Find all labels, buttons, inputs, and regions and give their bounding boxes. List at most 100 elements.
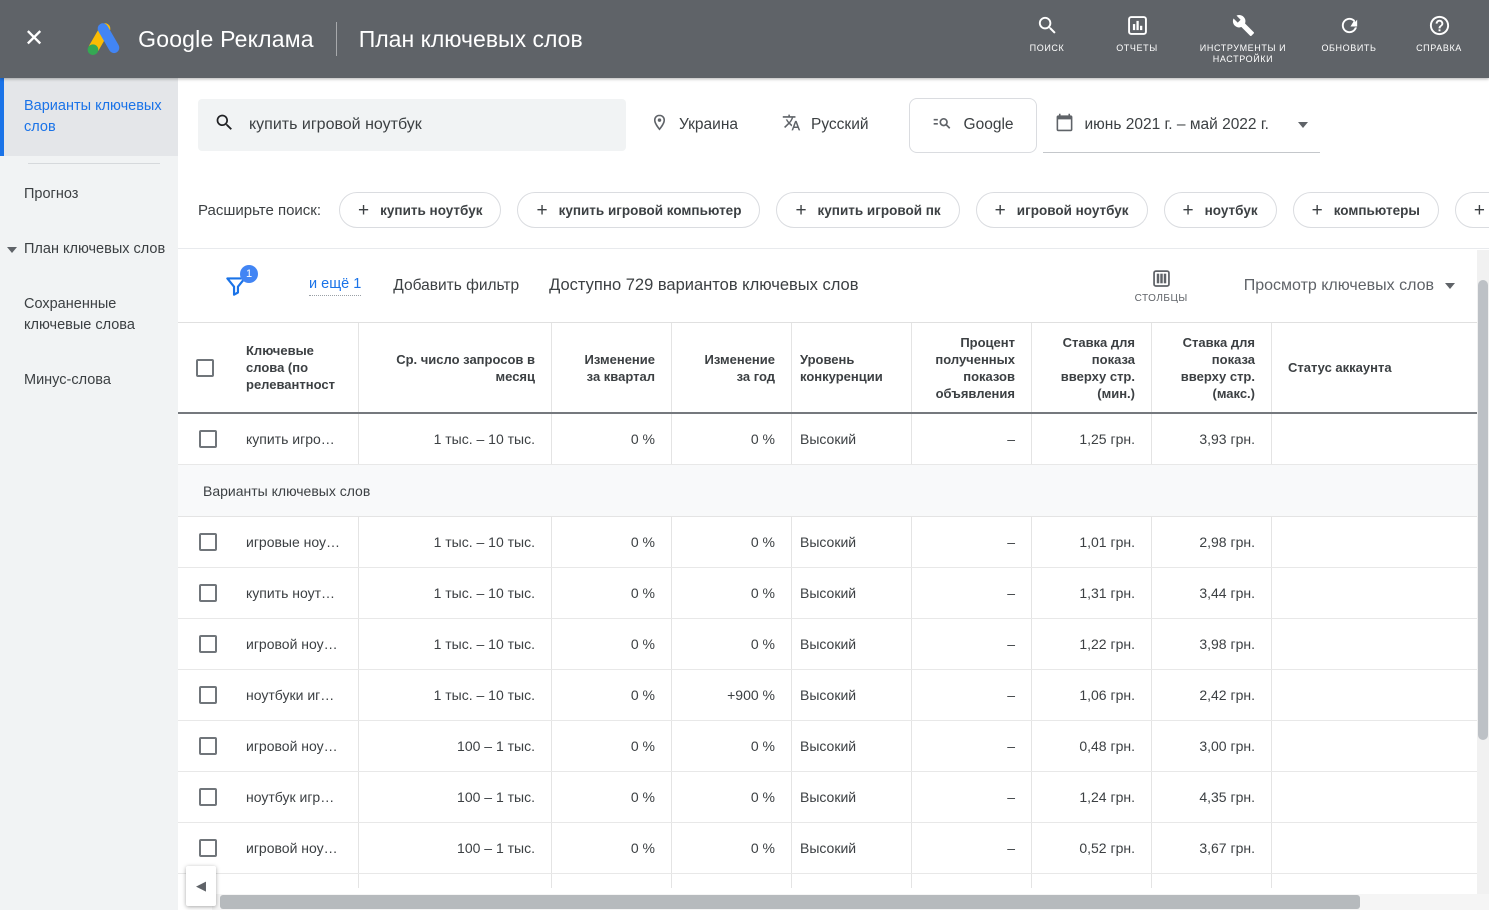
scroll-left-button[interactable]: ◀: [186, 866, 216, 906]
language-selector[interactable]: Русский: [782, 113, 869, 137]
keyword-cell: игровой ноу…: [238, 721, 358, 771]
search-button[interactable]: ПОИСК: [1015, 14, 1079, 54]
volume-cell: 100 – 1 тыс.: [358, 721, 551, 771]
select-all-checkbox[interactable]: [196, 359, 214, 377]
search-network-icon: [932, 113, 952, 138]
search-input[interactable]: [249, 116, 610, 134]
column-header-quarter-change[interactable]: Изменение за квартал: [551, 323, 671, 412]
volume-cell: 1 тыс. – 10 тыс.: [358, 568, 551, 618]
impression-share-cell: –: [911, 823, 1031, 873]
keyword-chip[interactable]: +купить ноутбук: [339, 192, 501, 228]
status-cell: [1271, 568, 1477, 618]
table-header: Ключевые слова (по релевантност Ср. числ…: [178, 323, 1477, 414]
column-header-bid-low[interactable]: Ставка для показа вверху стр. (мин.): [1031, 323, 1151, 412]
scroll-left-icon: ◀: [196, 878, 206, 894]
keywords-table: Ключевые слова (по релевантност Ср. числ…: [178, 322, 1477, 888]
bid-low-cell: 0,52 грн.: [1031, 823, 1151, 873]
volume-cell: 1 тыс. – 10 тыс.: [358, 517, 551, 567]
bid-low-cell: 1,06 грн.: [1031, 670, 1151, 720]
impression-share-cell: –: [911, 517, 1031, 567]
table-row[interactable]: игровые ноу… 1 тыс. – 10 тыс. 0 % 0 % Вы…: [178, 517, 1477, 568]
bid-low-cell: 1,31 грн.: [1031, 568, 1151, 618]
column-header-competition[interactable]: Уровень конкуренции: [791, 323, 911, 412]
vertical-scrollbar[interactable]: [1477, 250, 1489, 894]
year-change-cell: 0 %: [671, 823, 791, 873]
competition-cell: Высокий: [791, 568, 911, 618]
chevron-down-icon: [1445, 283, 1455, 289]
network-selector[interactable]: Google: [909, 98, 1037, 153]
row-checkbox[interactable]: [199, 430, 217, 448]
tools-settings-button[interactable]: ИНСТРУМЕНТЫ И НАСТРОЙКИ: [1195, 14, 1291, 65]
table-row[interactable]: игровой ноу… 100 – 1 тыс. 0 % 0 % Высоки…: [178, 721, 1477, 772]
sidebar-item-forecast[interactable]: Прогноз: [0, 167, 178, 222]
keyword-cell: ноутбук игр…: [238, 772, 358, 822]
vertical-scrollbar-thumb[interactable]: [1478, 280, 1488, 740]
keyword-search-box[interactable]: [198, 99, 626, 151]
horizontal-scrollbar[interactable]: [212, 894, 1489, 910]
keyword-chip[interactable]: +купить игровой компьютер: [517, 192, 760, 228]
volume-cell: 100 – 1 тыс.: [358, 823, 551, 873]
column-header-volume[interactable]: Ср. число запросов в месяц: [358, 323, 551, 412]
add-filter-button[interactable]: Добавить фильтр: [393, 277, 519, 295]
reports-button[interactable]: ОТЧЕТЫ: [1105, 14, 1169, 54]
location-selector[interactable]: Украина: [650, 113, 738, 137]
sidebar-item-keyword-ideas[interactable]: Варианты ключевых слов: [0, 78, 178, 156]
sidebar-item-negative-keywords[interactable]: Минус-слова: [0, 353, 178, 408]
row-checkbox[interactable]: [199, 584, 217, 602]
plus-icon: +: [536, 201, 547, 220]
sidebar-item-saved-keywords[interactable]: Сохраненные ключевые слова: [0, 277, 178, 353]
table-row-partial: [178, 874, 1477, 888]
status-cell: [1271, 517, 1477, 567]
horizontal-scrollbar-thumb[interactable]: [220, 895, 1360, 909]
keyword-chip[interactable]: +компьютеры: [1293, 192, 1439, 228]
column-header-bid-high[interactable]: Ставка для показа вверху стр. (макс.): [1151, 323, 1271, 412]
bid-high-cell: 3,44 грн.: [1151, 568, 1271, 618]
google-ads-logo: [84, 21, 124, 57]
status-cell: [1271, 823, 1477, 873]
table-row-seed[interactable]: купить игро… 1 тыс. – 10 тыс. 0 % 0 % Вы…: [178, 414, 1477, 465]
row-checkbox[interactable]: [199, 788, 217, 806]
table-row[interactable]: ноутбуки иг… 1 тыс. – 10 тыс. 0 % +900 %…: [178, 670, 1477, 721]
table-row[interactable]: игровой ноу… 1 тыс. – 10 тыс. 0 % 0 % Вы…: [178, 619, 1477, 670]
filter-button[interactable]: 1: [223, 273, 249, 299]
column-header-impression-share[interactable]: Процент полученных показов объявления: [911, 323, 1031, 412]
row-checkbox[interactable]: [199, 686, 217, 704]
impression-share-cell: –: [911, 772, 1031, 822]
keyword-chip[interactable]: +ноутбук: [1164, 192, 1277, 228]
competition-cell: Высокий: [791, 619, 911, 669]
bid-high-cell: 4,35 грн.: [1151, 772, 1271, 822]
topbar: ✕ Google Реклама План ключевых слов ПОИС…: [0, 0, 1489, 78]
view-selector-dropdown[interactable]: Просмотр ключевых слов: [1244, 277, 1455, 295]
more-filters-link[interactable]: и ещё 1: [309, 276, 361, 296]
column-header-year-change[interactable]: Изменение за год: [671, 323, 791, 412]
bid-low-cell: 1,01 грн.: [1031, 517, 1151, 567]
close-icon[interactable]: ✕: [24, 27, 44, 51]
table-row[interactable]: купить ноут… 1 тыс. – 10 тыс. 0 % 0 % Вы…: [178, 568, 1477, 619]
sidebar-item-keyword-plan[interactable]: План ключевых слов: [0, 222, 178, 277]
filter-count-badge: 1: [240, 265, 258, 283]
table-body: игровые ноу… 1 тыс. – 10 тыс. 0 % 0 % Вы…: [178, 517, 1477, 874]
chevron-down-icon: [1298, 122, 1308, 128]
refresh-button[interactable]: ОБНОВИТЬ: [1317, 14, 1381, 54]
row-checkbox[interactable]: [199, 635, 217, 653]
bid-low-cell: 1,22 грн.: [1031, 619, 1151, 669]
column-header-keyword[interactable]: Ключевые слова (по релевантност: [238, 323, 358, 412]
keyword-chip[interactable]: +игровой ноутбук: [976, 192, 1148, 228]
quarter-change-cell: 0 %: [551, 721, 671, 771]
row-checkbox[interactable]: [199, 737, 217, 755]
column-header-account-status[interactable]: Статус аккаунта: [1271, 323, 1477, 412]
columns-button[interactable]: СТОЛБЦЫ: [1135, 268, 1188, 304]
row-checkbox[interactable]: [199, 839, 217, 857]
table-row[interactable]: игровой ноу… 100 – 1 тыс. 0 % 0 % Высоки…: [178, 823, 1477, 874]
content: Украина Русский Google июнь 2021 г. – ма…: [178, 78, 1489, 910]
row-checkbox[interactable]: [199, 533, 217, 551]
help-icon: [1428, 14, 1451, 37]
help-button[interactable]: СПРАВКА: [1407, 14, 1471, 54]
table-row[interactable]: ноутбук игр… 100 – 1 тыс. 0 % 0 % Высоки…: [178, 772, 1477, 823]
results-summary: Доступно 729 вариантов ключевых слов: [549, 276, 858, 295]
date-range-selector[interactable]: июнь 2021 г. – май 2022 г.: [1043, 98, 1320, 153]
keyword-chip[interactable]: +купить игровой пк: [776, 192, 959, 228]
plus-icon: +: [1474, 201, 1485, 220]
keyword-chip-partial[interactable]: +: [1455, 192, 1489, 228]
competition-cell: Высокий: [791, 772, 911, 822]
